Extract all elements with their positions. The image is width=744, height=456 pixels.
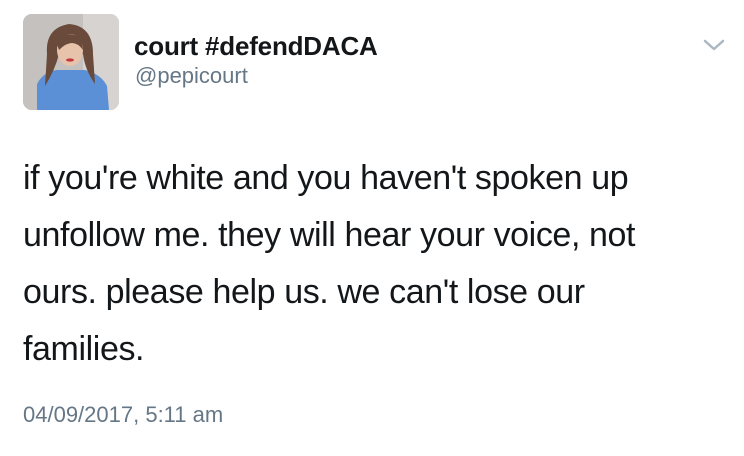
tweet-text-line: unfollow me. they will hear your voice, … [23,216,636,254]
profile-photo-icon [23,14,119,110]
tweet-text-line: ours. please help us. we can't lose our [23,273,585,311]
tweet-text: if you're white and you haven't spoken u… [23,150,728,378]
chevron-down-icon[interactable] [700,34,728,56]
tweet-timestamp[interactable]: 04/09/2017, 5:11 am [23,402,223,428]
tweet-text-line: if you're white and you haven't spoken u… [23,159,629,197]
author-handle[interactable]: @pepicourt [135,63,248,89]
author-display-name[interactable]: court #defendDACA [134,31,378,62]
tweet-text-line: families. [23,330,145,368]
avatar[interactable] [23,14,119,110]
tweet-card: court #defendDACA @pepicourt if you're w… [0,0,744,456]
